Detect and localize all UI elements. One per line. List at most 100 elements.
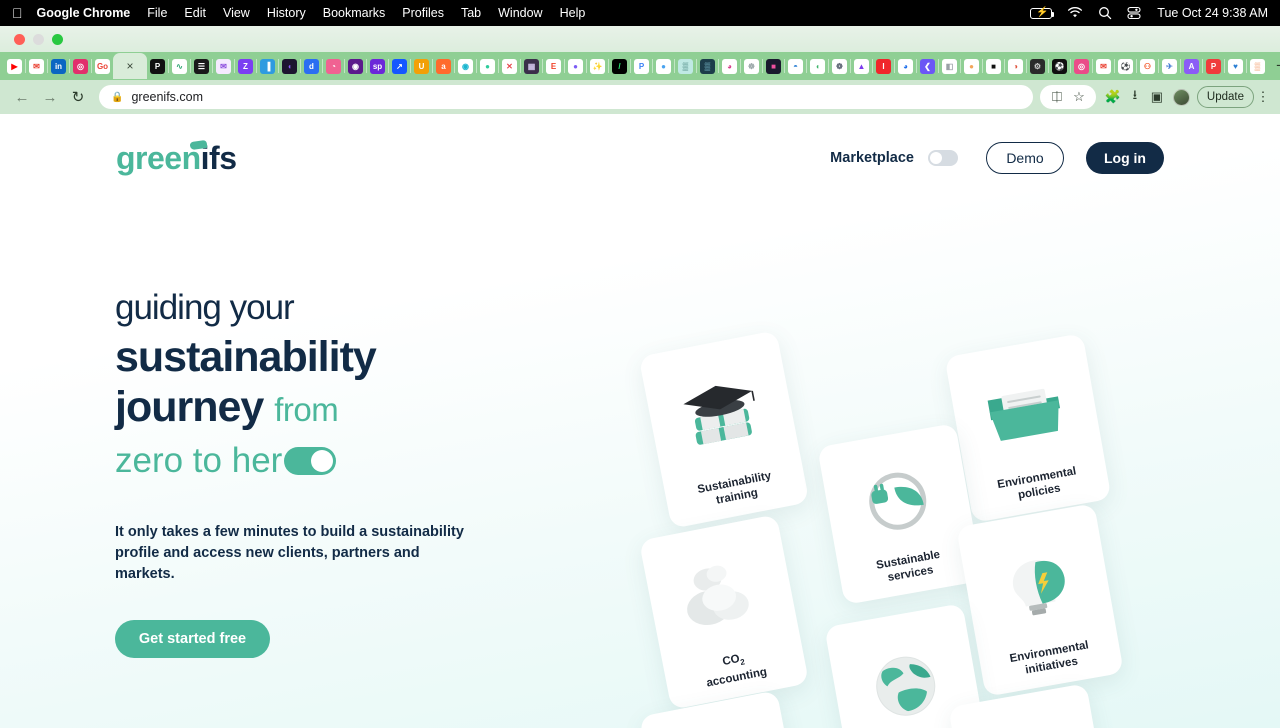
tab-favicon-dribbble[interactable]: d: [304, 58, 319, 74]
tab-favicon-globe-grid[interactable]: ☸: [744, 58, 759, 74]
tab-favicon-mail-purple[interactable]: ✉: [216, 58, 231, 74]
tab-favicon-wave[interactable]: ∿: [172, 58, 187, 74]
tab-favicon-a-orange[interactable]: a: [436, 58, 451, 74]
tab-favicon-p-red[interactable]: P: [1206, 58, 1221, 74]
tab-favicon-slash-green[interactable]: /: [612, 58, 627, 74]
tab-favicon-wave-blue[interactable]: ◕: [898, 58, 913, 74]
address-bar[interactable]: 🔒 greenifs.com: [99, 85, 1033, 109]
tab-favicon-dribbble-pink[interactable]: ◎: [1074, 58, 1089, 74]
card-sustainable-services[interactable]: Sustainable services: [817, 423, 983, 605]
tab-favicon-app-pink[interactable]: ◔: [326, 58, 341, 74]
tab-favicon-swirl[interactable]: ◕: [722, 58, 737, 74]
card-environmental-policies[interactable]: Environmental policies: [944, 333, 1112, 523]
menu-bar-clock[interactable]: Tue Oct 24 9:38 AM: [1157, 6, 1268, 20]
tab-favicon-plane[interactable]: ✈: [1162, 58, 1177, 74]
battery-charging-icon[interactable]: ⚡: [1030, 7, 1055, 19]
menu-item-bookmarks[interactable]: Bookmarks: [323, 6, 386, 20]
tab-favicon-leaf-green[interactable]: ◖: [810, 58, 825, 74]
tab-favicon-heart-blue[interactable]: ♥: [1228, 58, 1243, 74]
forward-arrow-icon[interactable]: →: [36, 89, 64, 106]
tab-favicon-ball-dark[interactable]: ⚽: [1052, 58, 1067, 74]
tab-favicon-google[interactable]: Go: [95, 58, 110, 74]
tab-favicon-gmail[interactable]: ✉: [29, 58, 44, 74]
marketplace-toggle[interactable]: [928, 150, 958, 166]
maximize-button[interactable]: [52, 33, 63, 45]
tab-favicon-palette[interactable]: ◑: [1008, 58, 1023, 74]
reload-icon[interactable]: ↻: [64, 88, 92, 106]
tab-favicon-eye[interactable]: ◉: [458, 58, 473, 74]
tab-favicon-linkedin[interactable]: in: [51, 58, 66, 74]
tab-favicon-gmail-2[interactable]: ✉: [1096, 58, 1111, 74]
tab-strip[interactable]: ▶ ✉ in ◎ Go × P ∿ ☰ ✉ Z ▐ ◖ d ◔ ◉ sp ↗ Ua ◉ ● ✕ ▦ E ● ✨ / P ● ▒ ▒ ◕ ☸ ■ ◓ ◖…: [0, 52, 1280, 80]
apple-icon[interactable]: : [12, 6, 23, 20]
back-arrow-icon[interactable]: ←: [8, 89, 36, 106]
tab-favicon-chart-blue[interactable]: ▐: [260, 58, 275, 74]
hero-toggle[interactable]: [284, 447, 337, 475]
new-tab-button[interactable]: +: [1268, 56, 1280, 76]
tab-favicon-arrow-blue[interactable]: ↗: [392, 58, 407, 74]
demo-button[interactable]: Demo: [986, 142, 1064, 174]
tab-favicon-i-red[interactable]: I: [876, 58, 891, 74]
tab-favicon-sp[interactable]: sp: [370, 58, 385, 74]
tab-favicon-sphere-warm[interactable]: ●: [964, 58, 979, 74]
tab-favicon-instagram[interactable]: ◎: [73, 58, 88, 74]
menu-item-google-chrome[interactable]: Google Chrome: [37, 6, 131, 20]
close-button[interactable]: [14, 33, 25, 45]
wifi-icon[interactable]: [1067, 7, 1083, 19]
tab-favicon-zoom[interactable]: Z: [238, 58, 253, 74]
minimize-button[interactable]: [33, 33, 44, 45]
menu-item-tab[interactable]: Tab: [461, 6, 481, 20]
tab-favicon-figma[interactable]: ⚇: [1140, 58, 1155, 74]
tab-favicon-square-pink[interactable]: ■: [766, 58, 781, 74]
tab-favicon-notion-like[interactable]: ☰: [194, 58, 209, 74]
tab-favicon-grid-teal[interactable]: ▒: [678, 58, 693, 74]
tab-favicon-grid-orange[interactable]: ▒: [1250, 58, 1265, 74]
card-co2-accounting[interactable]: CO2 accounting: [638, 514, 810, 710]
tab-favicon-product-hunt[interactable]: P: [150, 58, 165, 74]
kebab-menu-icon[interactable]: ⋮: [1254, 89, 1272, 105]
control-center-icon[interactable]: [1127, 6, 1141, 20]
tab-favicon-chat-blue[interactable]: ●: [656, 58, 671, 74]
share-icon[interactable]: ⎅: [1046, 89, 1068, 105]
tab-favicon-bird-cyan[interactable]: ◓: [788, 58, 803, 74]
tab-favicon-bird-pink[interactable]: ✨: [590, 58, 605, 74]
tab-favicon-photo[interactable]: ▦: [524, 58, 539, 74]
tab-favicon-youtube[interactable]: ▶: [7, 58, 22, 74]
menu-item-window[interactable]: Window: [498, 6, 542, 20]
active-tab[interactable]: ×: [113, 53, 147, 79]
tab-favicon-square-dark[interactable]: ■: [986, 58, 1001, 74]
puzzle-icon[interactable]: 🧩: [1102, 89, 1124, 105]
login-button[interactable]: Log in: [1086, 142, 1164, 174]
download-icon[interactable]: ⭳: [1124, 86, 1146, 108]
menu-item-edit[interactable]: Edit: [184, 6, 206, 20]
close-tab-icon[interactable]: ×: [126, 59, 133, 73]
greenifs-logo[interactable]: greenifs: [116, 139, 237, 177]
search-icon[interactable]: [1098, 6, 1112, 20]
get-started-free-button[interactable]: Get started free: [115, 620, 270, 658]
menu-item-profiles[interactable]: Profiles: [402, 6, 444, 20]
card-sustainability-training[interactable]: Sustainability training: [638, 330, 810, 529]
tab-favicon-u-orange[interactable]: U: [414, 58, 429, 74]
tab-favicon-x-red[interactable]: ✕: [502, 58, 517, 74]
tab-favicon-badge-gray[interactable]: ❁: [832, 58, 847, 74]
tab-favicon-gear-dark[interactable]: ⚙: [1030, 58, 1045, 74]
tab-favicon-blob-purple[interactable]: ●: [568, 58, 583, 74]
menu-item-view[interactable]: View: [223, 6, 250, 20]
tab-favicon-a-purple[interactable]: A: [1184, 58, 1199, 74]
tab-favicon-book-gray[interactable]: ◧: [942, 58, 957, 74]
lock-icon[interactable]: 🔒: [111, 92, 123, 103]
tab-favicon-leaf-dark[interactable]: ◖: [282, 58, 297, 74]
tab-favicon-camera[interactable]: ◉: [348, 58, 363, 74]
tab-favicon-maze[interactable]: ▒: [700, 58, 715, 74]
tab-favicon-e-red[interactable]: E: [546, 58, 561, 74]
update-button[interactable]: Update: [1196, 86, 1254, 108]
side-panel-icon[interactable]: ▣: [1146, 89, 1168, 105]
menu-item-help[interactable]: Help: [560, 6, 586, 20]
tab-favicon-circle-green[interactable]: ●: [480, 58, 495, 74]
card-environmental-initiatives[interactable]: Environmental initiatives: [956, 503, 1124, 697]
menu-item-history[interactable]: History: [267, 6, 306, 20]
tab-favicon-p-blue[interactable]: P: [634, 58, 649, 74]
menu-item-file[interactable]: File: [147, 6, 167, 20]
tab-favicon-ball-gray[interactable]: ⚽: [1118, 58, 1133, 74]
tab-favicon-chevron-purple[interactable]: ❮: [920, 58, 935, 74]
